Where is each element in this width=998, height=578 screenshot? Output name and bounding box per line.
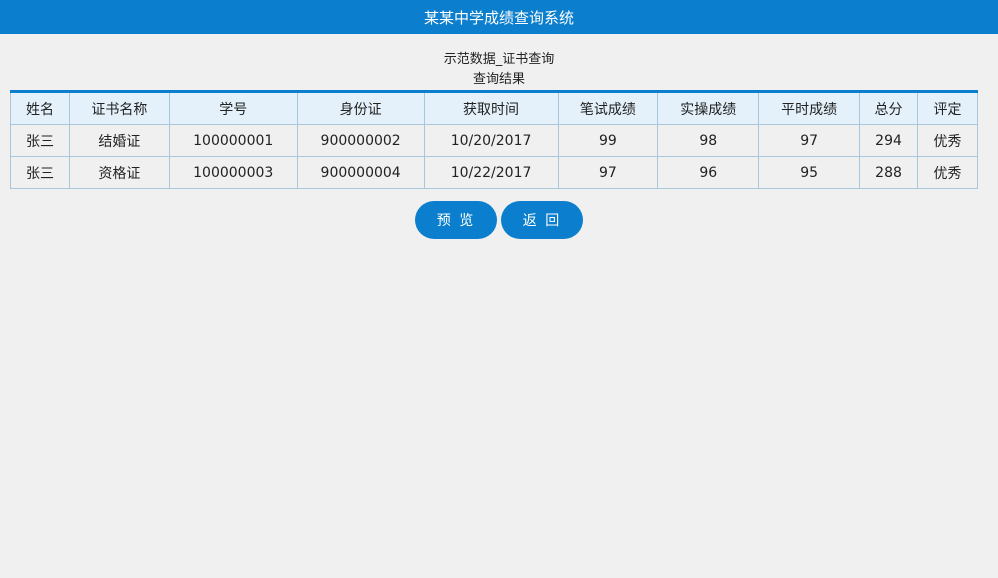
cell-certificate: 资格证 (68, 156, 170, 189)
cell-name: 张三 (10, 156, 70, 189)
cell-name: 张三 (10, 124, 70, 157)
cell-total: 288 (859, 156, 919, 189)
cell-rating: 优秀 (917, 124, 978, 157)
column-header-id-card: 身份证 (296, 90, 425, 125)
cell-date: 10/20/2017 (423, 124, 559, 157)
column-header-written-score: 笔试成绩 (557, 90, 659, 125)
cell-student-id: 100000003 (168, 156, 298, 189)
column-header-name: 姓名 (10, 90, 70, 125)
results-table-container: 姓名 证书名称 学号 身份证 获取时间 笔试成绩 实操成绩 平时成绩 总分 评定… (10, 90, 978, 189)
cell-certificate: 结婚证 (68, 124, 170, 157)
column-header-rating: 评定 (917, 90, 978, 125)
cell-usual-score: 95 (758, 156, 861, 189)
table-row: 张三 结婚证 100000001 900000002 10/20/2017 99… (10, 124, 978, 157)
cell-practical-score: 98 (657, 124, 760, 157)
page-title: 示范数据_证书查询 (443, 52, 555, 67)
cell-id-card: 900000002 (296, 124, 425, 157)
column-header-date: 获取时间 (423, 90, 559, 125)
column-header-certificate: 证书名称 (68, 90, 170, 125)
app-title: 某某中学成绩查询系统 (423, 8, 574, 27)
column-header-practical-score: 实操成绩 (657, 90, 760, 125)
back-button[interactable]: 返 回 (501, 201, 583, 239)
cell-usual-score: 97 (758, 124, 861, 157)
results-table: 姓名 证书名称 学号 身份证 获取时间 笔试成绩 实操成绩 平时成绩 总分 评定… (10, 90, 978, 189)
cell-id-card: 900000004 (296, 156, 425, 189)
column-header-total: 总分 (859, 90, 919, 125)
cell-student-id: 100000001 (168, 124, 298, 157)
result-title: 查询结果 (472, 72, 525, 87)
app-header: 某某中学成绩查询系统 (0, 0, 998, 34)
cell-total: 294 (859, 124, 919, 157)
page-titles: 示范数据_证书查询 查询结果 (0, 50, 998, 90)
cell-date: 10/22/2017 (423, 156, 559, 189)
column-header-student-id: 学号 (168, 90, 298, 125)
cell-practical-score: 96 (657, 156, 760, 189)
table-row: 张三 资格证 100000003 900000004 10/22/2017 97… (10, 156, 978, 189)
cell-written-score: 97 (557, 156, 659, 189)
cell-written-score: 99 (557, 124, 659, 157)
cell-rating: 优秀 (917, 156, 978, 189)
preview-button[interactable]: 预 览 (415, 201, 497, 239)
column-header-usual-score: 平时成绩 (758, 90, 861, 125)
table-header-row: 姓名 证书名称 学号 身份证 获取时间 笔试成绩 实操成绩 平时成绩 总分 评定 (10, 90, 978, 125)
action-buttons: 预 览 返 回 (0, 201, 998, 239)
